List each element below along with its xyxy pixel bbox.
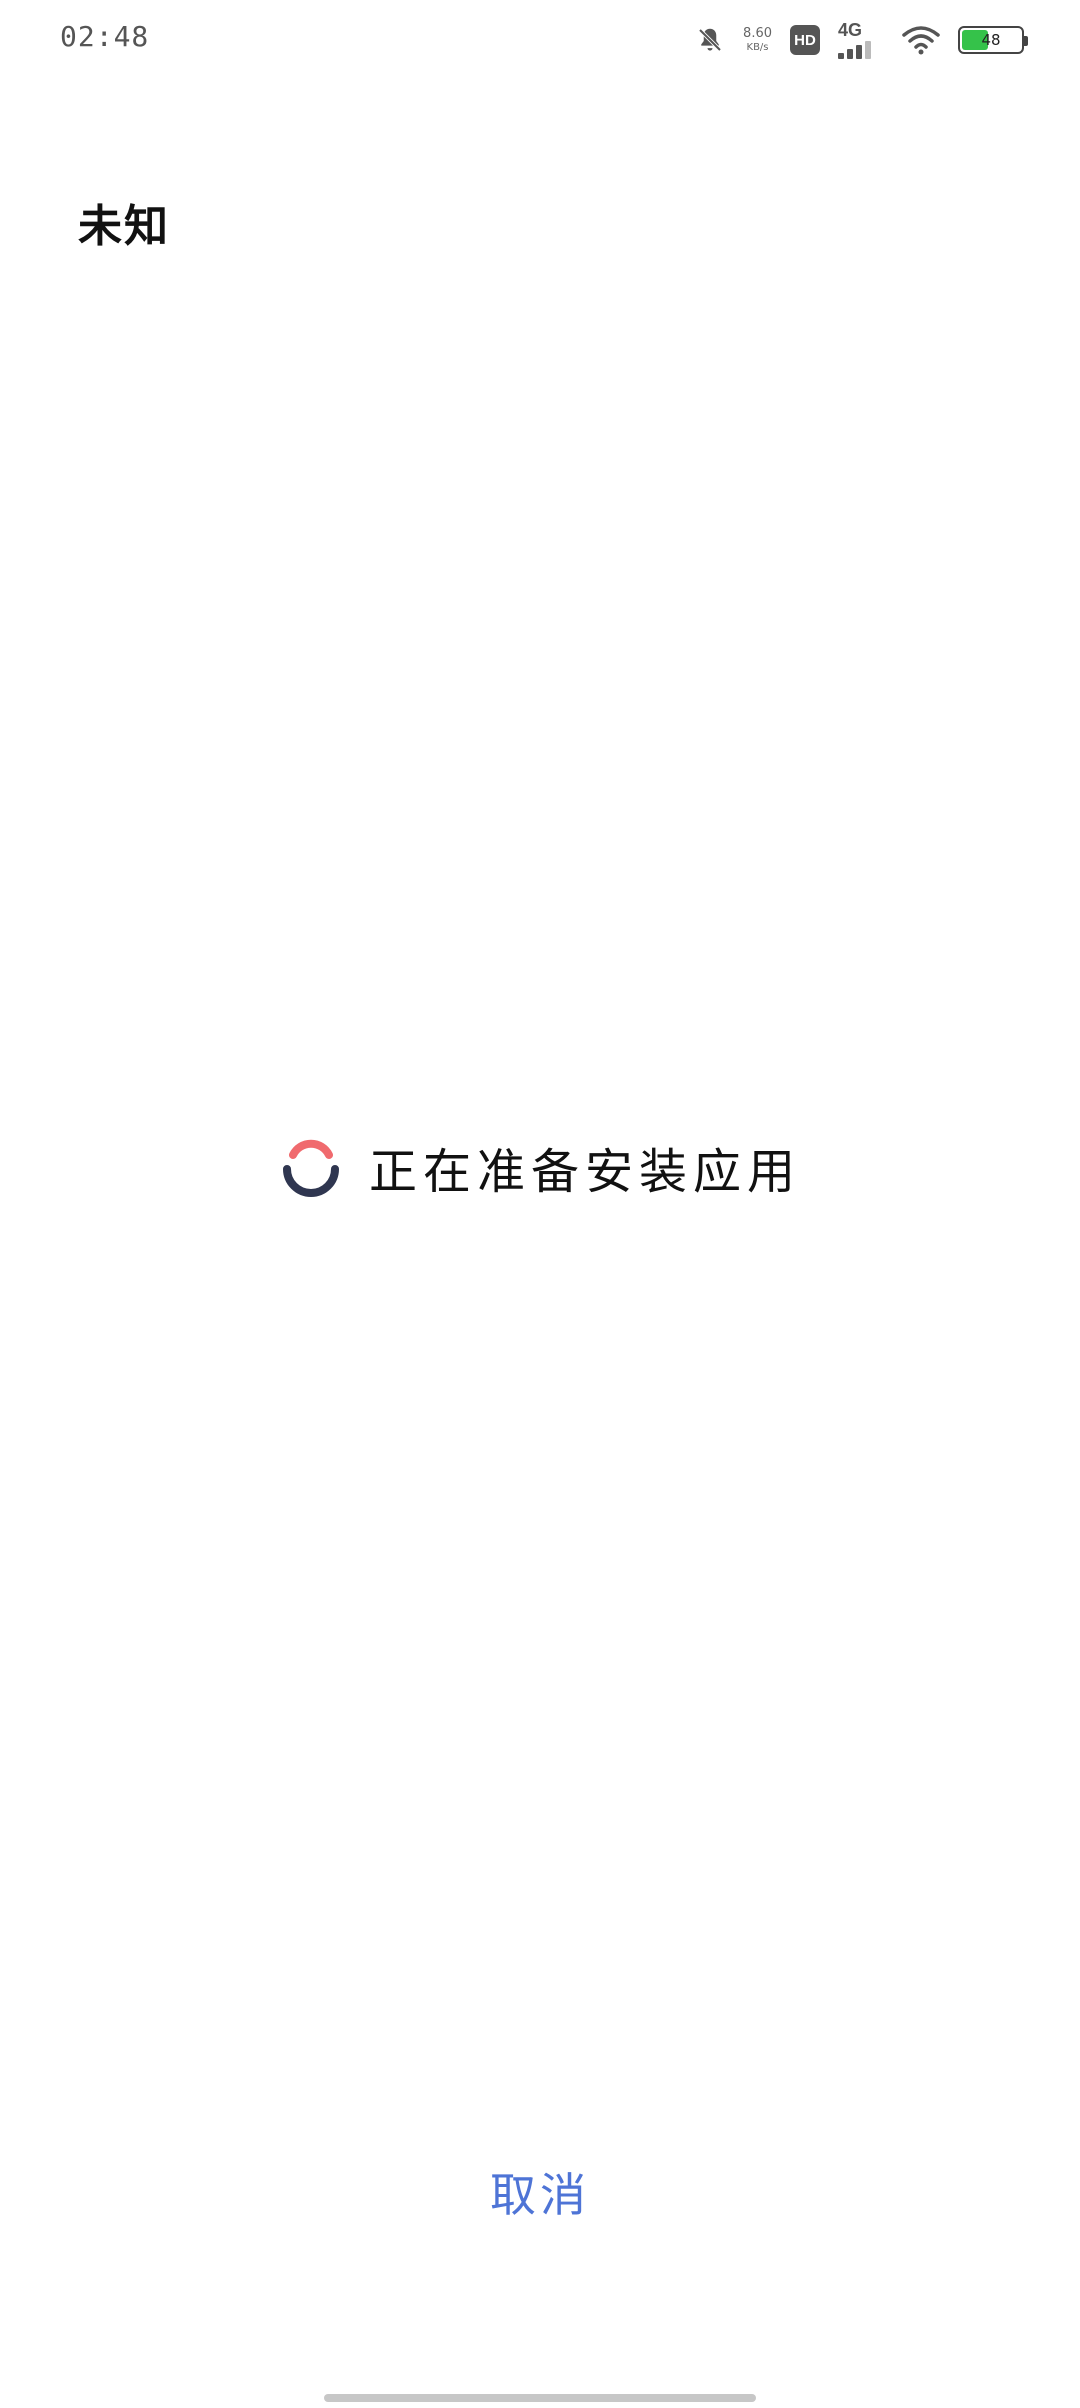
app-name-title: 未知 [78,201,170,252]
network-speed: 8.60 KB/s [743,27,772,53]
network-type-label: 4G [838,20,863,40]
wifi-icon [902,25,940,55]
network-speed-unit: KB/s [746,42,769,53]
status-icons: 8.60 KB/s HD 4G 48 [695,18,1028,62]
install-status-text: 正在准备安装应用 [368,1144,801,1200]
loading-spinner-icon [282,1139,339,1197]
home-indicator[interactable] [324,2394,756,2402]
cancel-button-label: 取消 [490,2168,590,2222]
battery-label: 48 [981,31,1001,49]
hd-badge: HD [790,25,820,55]
battery-icon: 48 [958,26,1028,54]
cancel-button[interactable]: 取消 [0,2152,1080,2232]
install-progress: 正在准备安装应用 [0,1132,1080,1202]
status-bar: 02:48 8.60 KB/s HD 4G 48 [0,0,1080,76]
network-speed-value: 8.60 [743,26,772,41]
cellular-signal: 4G [838,21,884,59]
status-time: 02:48 [60,20,150,53]
bell-off-icon [695,25,725,55]
signal-bars-icon [838,41,871,59]
